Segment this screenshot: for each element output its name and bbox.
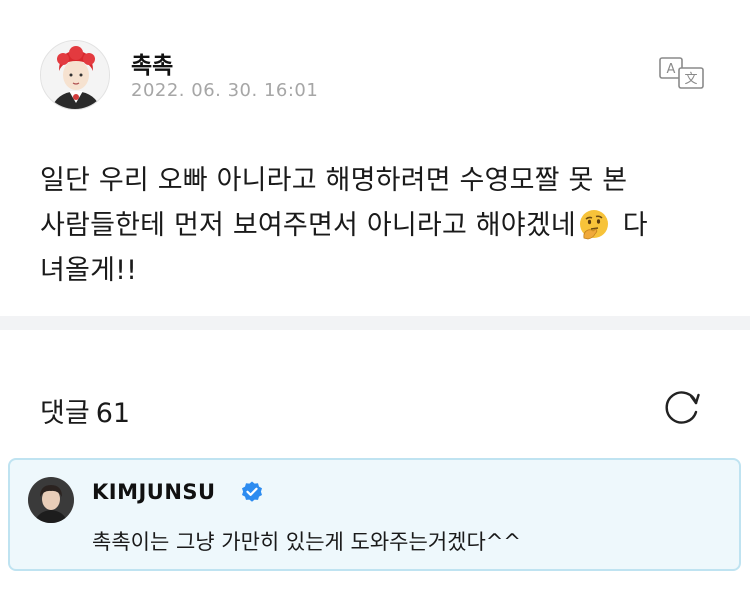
post-body-line: 녀올게!! <box>40 255 138 286</box>
svg-text:A: A <box>667 62 676 77</box>
comments-title: 댓글 61 <box>40 391 130 430</box>
comments-label: 댓글 <box>40 398 90 429</box>
post-body-text: 사람들한테 먼저 보여주면서 아니라고 해야겠네 <box>40 210 576 241</box>
verified-badge-icon <box>240 480 264 504</box>
comments-header: 댓글 61 <box>40 385 710 431</box>
thinking-face-emoji <box>578 208 610 240</box>
refresh-icon <box>665 391 700 424</box>
svg-text:文: 文 <box>684 72 697 87</box>
refresh-button[interactable] <box>662 387 702 427</box>
comment-card[interactable]: KIMJUNSU 촉촉이는 그냥 가만히 있는게 도와주는거겠다^^ <box>8 458 741 571</box>
post-body-line: 사람들한테 먼저 보여주면서 아니라고 해야겠네 다 <box>40 203 720 248</box>
comment-text: 촉촉이는 그냥 가만히 있는게 도와주는거겠다^^ <box>92 530 521 554</box>
post-body: 일단 우리 오빠 아니라고 해명하려면 수영모짤 못 본 사람들한테 먼저 보여… <box>40 158 720 293</box>
translate-icon: A 文 <box>659 57 704 89</box>
author-avatar[interactable] <box>40 40 110 110</box>
translate-button[interactable]: A 文 <box>657 56 707 90</box>
section-divider <box>0 316 750 330</box>
commenter-name[interactable]: KIMJUNSU <box>92 480 216 504</box>
author-name[interactable]: 촉촉 <box>131 46 173 80</box>
post-body-line: 일단 우리 오빠 아니라고 해명하려면 수영모짤 못 본 <box>40 165 628 196</box>
post-body-text: 다 <box>613 210 648 241</box>
commenter-avatar[interactable] <box>28 477 74 523</box>
comments-count: 61 <box>95 398 131 429</box>
post-timestamp: 2022. 06. 30. 16:01 <box>131 80 319 101</box>
post-header: 촉촉 2022. 06. 30. 16:01 A 文 <box>40 40 720 112</box>
